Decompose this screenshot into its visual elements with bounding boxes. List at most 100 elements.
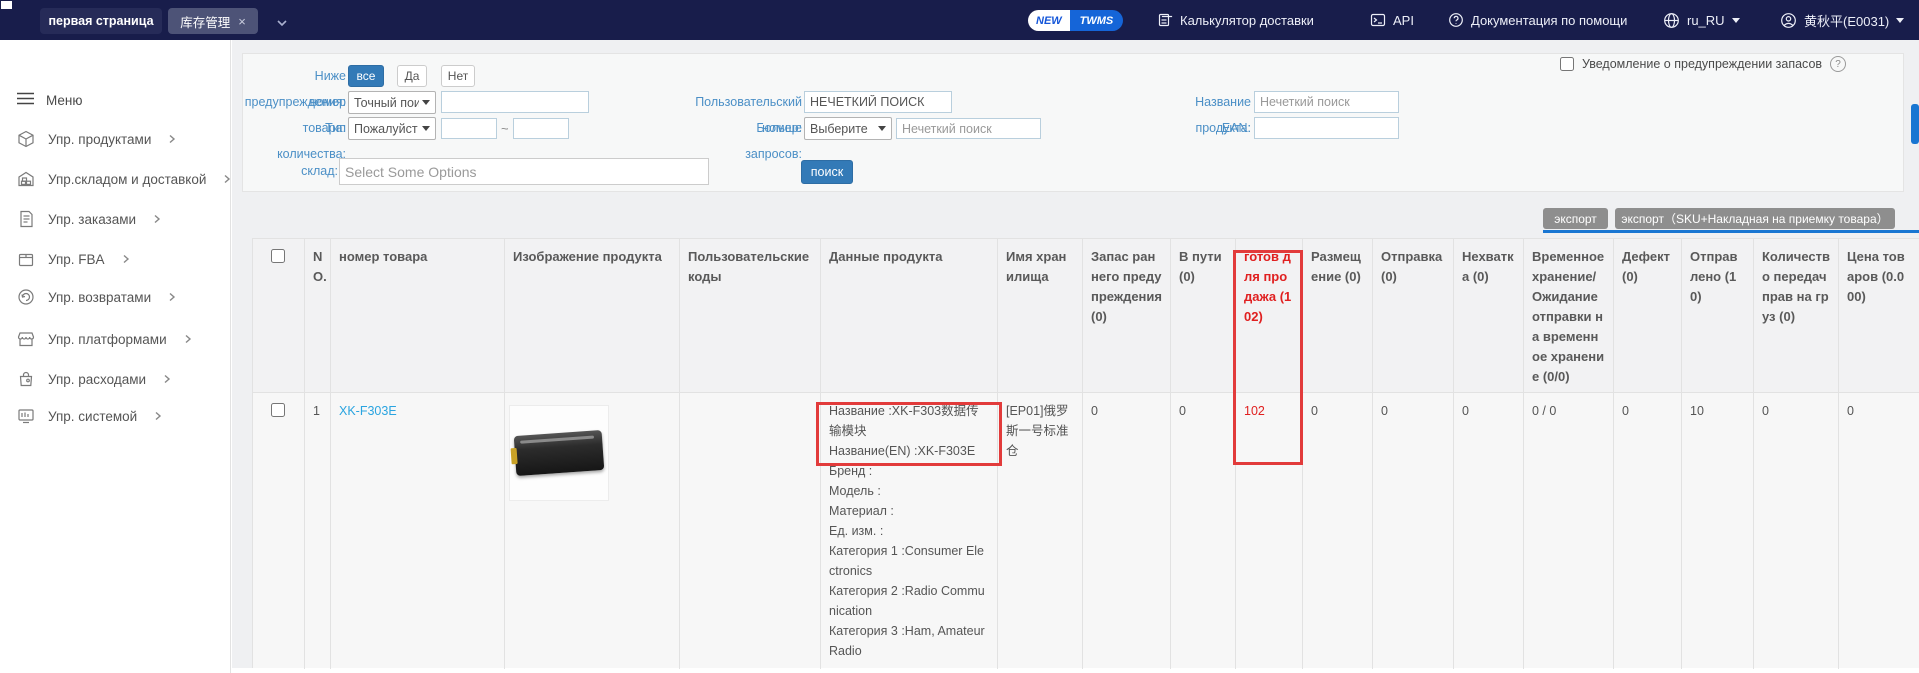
globe-icon bbox=[1663, 12, 1680, 29]
quantity-to-input[interactable] bbox=[513, 118, 569, 139]
row-defect-cell: 0 bbox=[1614, 393, 1682, 669]
header-product-data: Данные продукта bbox=[821, 239, 998, 393]
product-image[interactable] bbox=[509, 405, 609, 501]
header-goods-price: Цена товаров (0.000) bbox=[1839, 239, 1919, 393]
product-number-input[interactable] bbox=[441, 91, 589, 113]
tab-inventory[interactable]: 库存管理 × bbox=[168, 8, 258, 34]
exact-search-select[interactable]: Точный пои bbox=[348, 91, 436, 114]
locale-label: ru_RU bbox=[1687, 13, 1725, 28]
chevron-right-icon bbox=[122, 254, 130, 264]
header-product-image: Изображение продукта bbox=[505, 239, 680, 393]
document-icon bbox=[17, 210, 35, 228]
tab-inventory-label: 库存管理 bbox=[180, 12, 230, 31]
quantity-type-select[interactable]: Пожалуйст bbox=[348, 117, 436, 140]
product-data-line: Категория 1 :Consumer Electronics bbox=[829, 541, 989, 581]
package-icon bbox=[17, 250, 35, 268]
chevron-down-icon bbox=[878, 126, 886, 131]
below-warning-no-button[interactable]: Нет bbox=[441, 65, 475, 87]
export-sku-button[interactable]: экспорт（SKU+Накладная на приемку товара） bbox=[1615, 208, 1895, 229]
sidebar-item-warehouse[interactable]: Упр.складом и доставкой bbox=[17, 170, 231, 188]
export-button[interactable]: экспорт bbox=[1543, 208, 1608, 229]
header-defect: Дефект (0) bbox=[1614, 239, 1682, 393]
sidebar: Меню Упр. продуктами Упр.складом и доста… bbox=[0, 40, 231, 673]
stock-warning-label: Уведомление о предупреждении запасов bbox=[1582, 57, 1822, 71]
help-icon[interactable]: ? bbox=[1830, 56, 1846, 72]
question-circle-icon bbox=[1448, 12, 1464, 28]
more-queries-input[interactable] bbox=[896, 118, 1041, 139]
search-button[interactable]: поиск bbox=[801, 160, 853, 184]
header-ready-for-sale: готов для продажа (102) bbox=[1236, 239, 1303, 393]
quantity-from-input[interactable] bbox=[441, 118, 497, 139]
user-label: 黄秋平(E0031) bbox=[1804, 11, 1889, 30]
menu-toggle[interactable]: Меню bbox=[17, 92, 83, 108]
sidebar-item-system[interactable]: Упр. системой bbox=[17, 407, 162, 425]
user-menu[interactable]: 黄秋平(E0031) bbox=[1780, 0, 1904, 40]
row-goods-price-cell: 0 bbox=[1839, 393, 1919, 669]
table-scrollbar-horizontal[interactable] bbox=[1543, 230, 1919, 233]
product-data-line: Бренд : bbox=[829, 461, 989, 481]
header-temp-storage: Временное хранение/Ожидание отправки на … bbox=[1524, 239, 1614, 393]
sidebar-item-expenses[interactable]: Упр. расходами bbox=[17, 370, 171, 388]
chevron-down-icon bbox=[1896, 18, 1904, 23]
locale-switcher[interactable]: ru_RU bbox=[1663, 0, 1740, 40]
shipping-calculator-label: Калькулятор доставки bbox=[1180, 13, 1314, 28]
product-number-link[interactable]: XK-F303E bbox=[339, 404, 397, 418]
sidebar-item-orders[interactable]: Упр. заказами bbox=[17, 210, 161, 228]
ean-input[interactable] bbox=[1254, 117, 1399, 139]
close-icon[interactable]: × bbox=[238, 14, 246, 29]
stock-warning-checkbox[interactable] bbox=[1560, 57, 1574, 71]
chevron-right-icon bbox=[153, 214, 161, 224]
more-queries-select-value: Выберите bbox=[810, 122, 868, 136]
row-product-data-cell: Название :XK-F303数据传输模块 Название(EN) :XK… bbox=[821, 393, 998, 669]
monitor-icon bbox=[17, 407, 35, 425]
row-checkbox[interactable] bbox=[271, 403, 285, 417]
twms-badge[interactable]: NEW TWMS bbox=[1028, 10, 1123, 31]
user-icon bbox=[1780, 12, 1797, 29]
product-name-input[interactable] bbox=[1254, 91, 1399, 113]
warehouse-multiselect[interactable] bbox=[339, 158, 709, 185]
header-shipped: Отправлено (10) bbox=[1682, 239, 1754, 393]
hamburger-icon bbox=[17, 92, 34, 108]
sidebar-item-label: Упр. возвратами bbox=[48, 290, 151, 305]
sidebar-item-returns[interactable]: Упр. возвратами bbox=[17, 288, 176, 306]
help-docs-link[interactable]: Документация по помощи bbox=[1448, 0, 1627, 40]
sidebar-item-products[interactable]: Упр. продуктами bbox=[17, 130, 176, 148]
chevron-right-icon bbox=[154, 411, 162, 421]
return-arrow-icon bbox=[17, 288, 35, 306]
header-shortage: Нехватка (0) bbox=[1454, 239, 1524, 393]
product-data-line: Модель : bbox=[829, 481, 989, 501]
chevron-down-icon[interactable] bbox=[276, 15, 288, 33]
header-transfer-rights: Количество передач прав на груз (0) bbox=[1754, 239, 1839, 393]
chevron-right-icon bbox=[223, 174, 231, 184]
inventory-table: NO. номер товара Изображение продукта По… bbox=[252, 238, 1919, 668]
chevron-right-icon bbox=[168, 292, 176, 302]
chevron-right-icon bbox=[184, 334, 192, 344]
range-separator: ~ bbox=[501, 121, 509, 136]
sidebar-item-fba[interactable]: Упр. FBA bbox=[17, 250, 130, 268]
tab-home[interactable]: первая страница bbox=[40, 8, 162, 34]
below-warning-all-button[interactable]: все bbox=[348, 65, 384, 87]
more-queries-label: Больше запросов: bbox=[732, 115, 802, 167]
chevron-down-icon bbox=[422, 100, 430, 105]
warehouse-label: склад: bbox=[278, 158, 338, 184]
shipping-calculator-link[interactable]: Калькулятор доставки bbox=[1157, 0, 1314, 40]
api-link[interactable]: API bbox=[1370, 0, 1414, 40]
below-warning-yes-button[interactable]: Да bbox=[397, 65, 427, 87]
row-placement-cell: 0 bbox=[1303, 393, 1373, 669]
row-storage-name-cell: [EP01]俄罗斯一号标准仓 bbox=[998, 393, 1083, 669]
sidebar-item-platforms[interactable]: Упр. платформами bbox=[17, 330, 192, 348]
more-queries-select[interactable]: Выберите bbox=[804, 117, 892, 140]
scrollbar-vertical-thumb[interactable] bbox=[1911, 104, 1919, 144]
chevron-right-icon bbox=[163, 374, 171, 384]
storefront-icon bbox=[17, 330, 35, 348]
sidebar-item-label: Упр. расходами bbox=[48, 372, 146, 387]
row-shipped-cell: 10 bbox=[1682, 393, 1754, 669]
custom-number-input[interactable] bbox=[804, 91, 952, 113]
product-data-line: Категория 2 :Radio Communication bbox=[829, 581, 989, 621]
row-no-cell: 1 bbox=[305, 393, 331, 669]
select-all-checkbox[interactable] bbox=[271, 249, 285, 263]
bag-icon bbox=[17, 370, 35, 388]
badge-app-label: TWMS bbox=[1070, 10, 1124, 31]
sidebar-item-label: Упр. FBA bbox=[48, 252, 105, 267]
row-shipping-cell: 0 bbox=[1373, 393, 1454, 669]
